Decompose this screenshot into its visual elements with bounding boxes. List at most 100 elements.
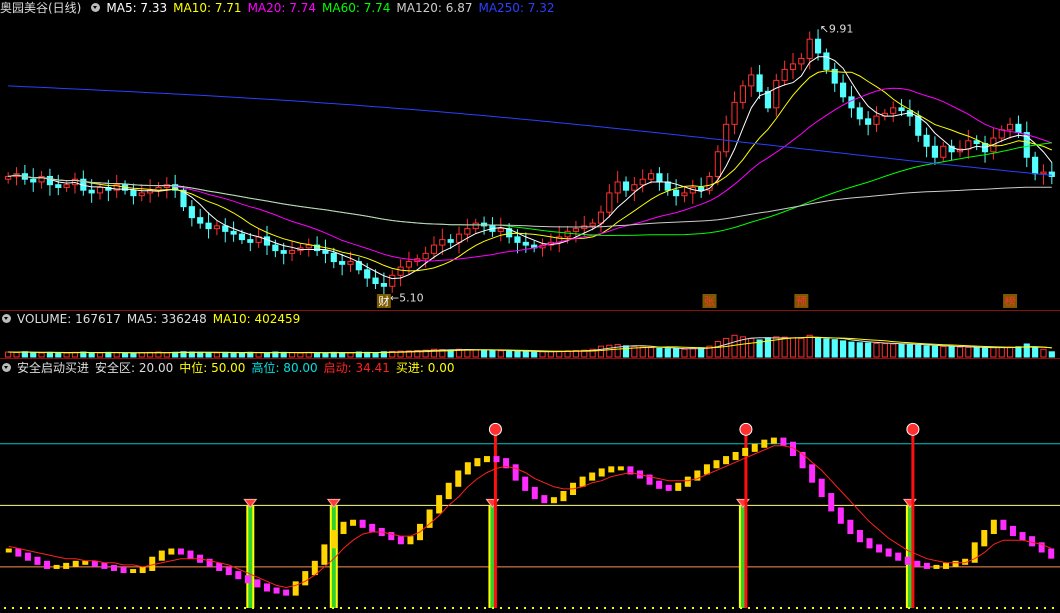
candle [5,175,12,180]
signal-bar [608,466,615,473]
volume-bar [781,336,788,358]
candle [731,101,738,125]
signal-bar [158,550,165,561]
baseline-dot [580,607,582,609]
baseline-dot [820,607,822,609]
volume-bar [339,352,346,358]
stock-chart[interactable]: ↖9.91 ←5.10财 张 预 榜 [0,0,1060,613]
candle [673,189,680,197]
candle [806,38,813,59]
buy-bar-core [490,505,495,608]
candle [247,239,254,243]
volume-bar [1040,348,1047,358]
baseline-dot [452,607,454,609]
signal-bar [837,507,844,524]
diamond-icon [326,498,341,509]
volume-bar [981,347,989,358]
signal-bar [1019,532,1026,541]
candle [455,233,463,243]
baseline-dot [868,607,870,609]
baseline-dot [700,607,702,609]
signal-bar [751,443,758,452]
baseline-dot [428,607,430,609]
volume-bar [547,350,554,358]
candle [230,230,237,235]
candle [1015,123,1022,134]
baseline-dot [100,607,102,609]
volume-bar [898,343,905,358]
candle [364,269,371,279]
candle [205,222,212,230]
signal-bar [397,536,404,545]
signal-bar [130,569,137,574]
volume-bar [130,352,137,358]
volume-bar [956,346,964,358]
baseline-dot [36,607,38,609]
candle [263,236,271,246]
candle [339,261,346,265]
volume-bar [5,351,12,358]
volume-bar [297,352,304,358]
baseline-dot [116,607,118,609]
volume-bar [531,351,538,358]
signal-bar [952,560,959,567]
baseline-dot [292,607,294,609]
signal-bar [703,464,710,475]
volume-bar [539,351,546,358]
volume-bar [464,349,471,358]
signal-bar [177,548,184,555]
baseline-dot [404,607,406,609]
volume-bar [998,346,1005,358]
signal-bar [923,562,930,569]
baseline-dot [948,607,950,609]
candle [940,145,947,158]
signal-bar [350,519,357,526]
candle [347,261,354,265]
baseline-dot [844,607,846,609]
baseline-dot [804,607,806,609]
volume-bar [931,345,939,358]
volume-bar [497,350,504,358]
candle [88,189,95,194]
volume-bar [664,348,671,358]
signal-bar [866,538,873,549]
volume-bar [222,351,229,358]
signal-bar [522,476,529,491]
volume-bar [840,340,847,358]
event-marker: 财 [378,294,389,308]
volume-bar [681,348,688,358]
candle [865,118,872,125]
signal-bar [292,581,299,596]
baseline-dot [772,607,774,609]
candle [856,107,863,120]
signal-bar [713,460,720,469]
candle [1040,171,1047,175]
signal-bar [464,462,471,475]
baseline-dot [180,607,182,609]
baseline-dot [628,607,630,609]
candle [397,266,404,276]
candle [305,244,312,249]
volume-bar [1048,351,1055,358]
baseline-dot [588,607,590,609]
volume-bar [940,345,947,358]
volume-bar [647,347,655,358]
baseline-dot [220,607,222,609]
signal-bar [723,456,730,465]
signal-bar [742,447,749,456]
volume-bar [915,344,922,358]
signal-bar [44,560,51,569]
baseline-dot [908,607,910,609]
signal-bar [617,466,624,471]
baseline-dot [444,607,446,609]
signal-bar [407,536,414,545]
signal-bar [990,519,997,535]
baseline-dot [348,607,350,609]
candle [222,225,229,232]
baseline-dot [780,607,782,609]
signal-bar [187,550,194,559]
baseline-dot [740,607,742,609]
signal-bar [359,519,366,528]
signal-bar [809,464,816,483]
candle [739,85,746,103]
